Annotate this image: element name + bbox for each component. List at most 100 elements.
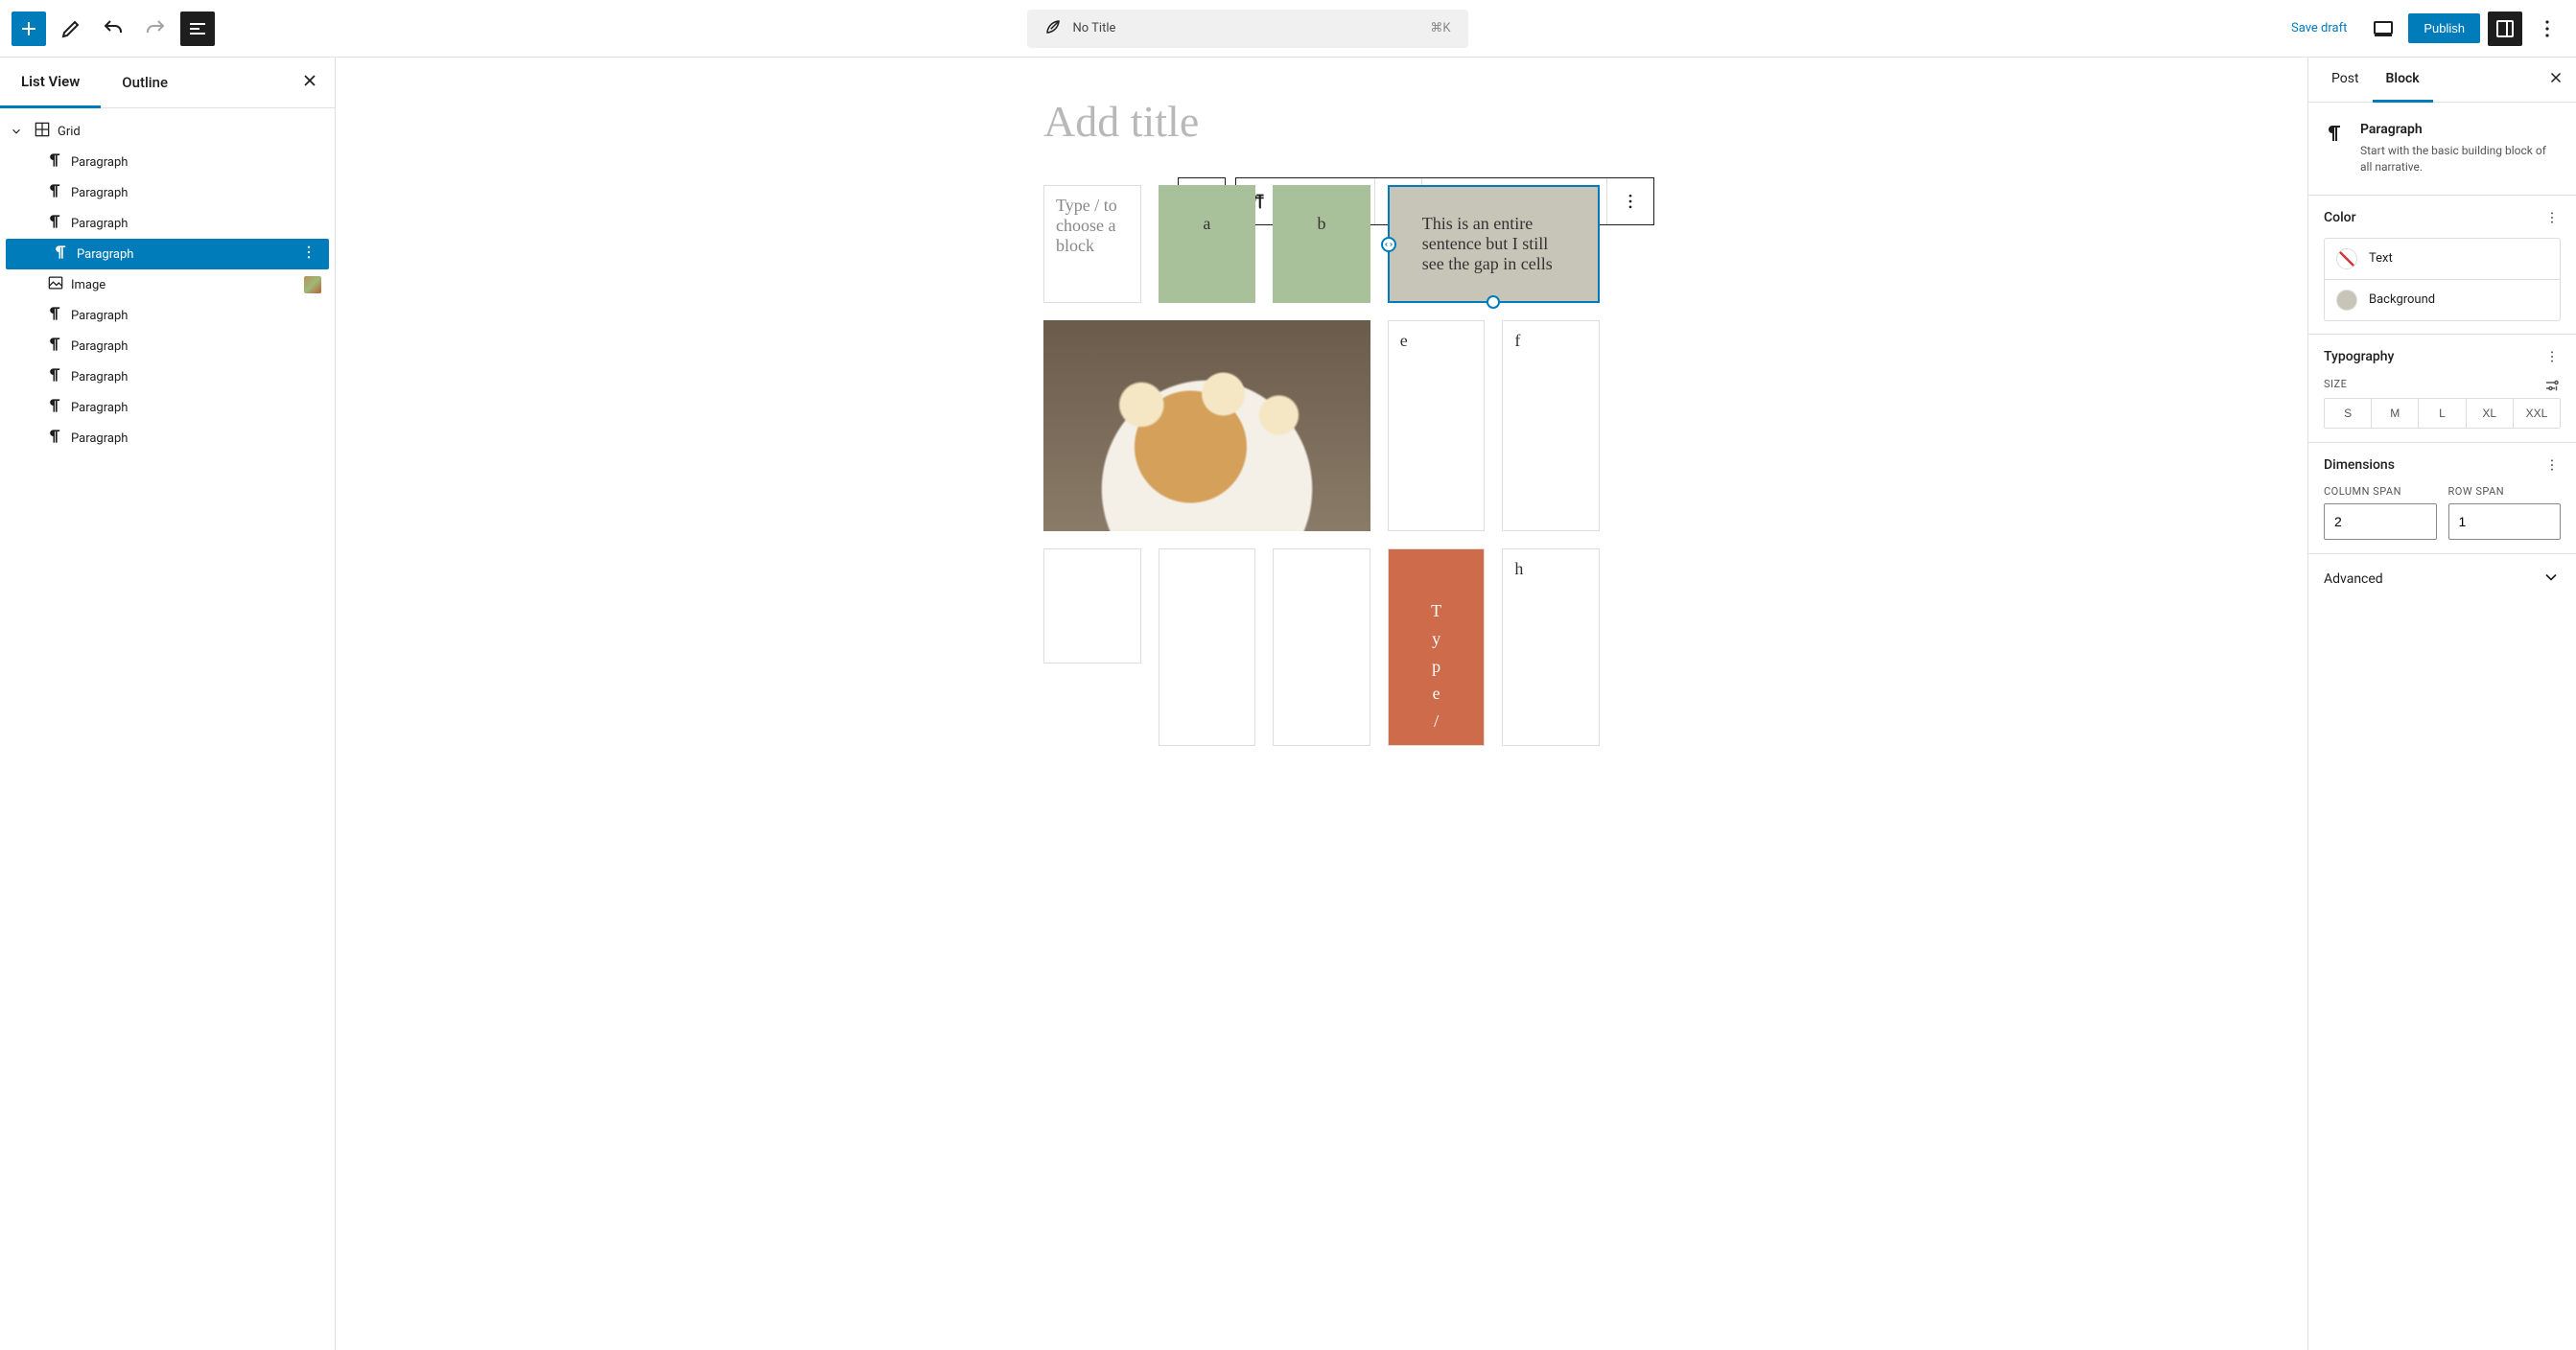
add-block-button[interactable] xyxy=(12,12,46,46)
post-title-input[interactable]: Add title xyxy=(1043,96,1600,147)
typography-options-button[interactable] xyxy=(2543,348,2561,365)
advanced-toggle[interactable]: Advanced xyxy=(2324,568,2561,591)
tree-item-image[interactable]: Image xyxy=(0,269,335,300)
paragraph-icon xyxy=(46,304,65,327)
tree-label: Paragraph xyxy=(71,186,128,200)
grid-cell-a[interactable]: a xyxy=(1159,185,1256,303)
grid-cell-selected[interactable]: This is an entire sentence but I still s… xyxy=(1388,185,1600,303)
dimensions-options-button[interactable] xyxy=(2543,456,2561,474)
grid-cell-empty3[interactable] xyxy=(1273,548,1370,746)
document-overview-button[interactable] xyxy=(180,12,215,46)
grid-cell-type[interactable]: T y p e / xyxy=(1388,548,1486,746)
chevron-down-icon xyxy=(2541,568,2561,591)
resize-handle-left[interactable] xyxy=(1381,237,1396,252)
close-settings-button[interactable] xyxy=(2547,69,2564,90)
block-more-button[interactable] xyxy=(1607,178,1653,224)
command-shortcut: ⌘K xyxy=(1430,21,1450,35)
col-span-label: COLUMN SPAN xyxy=(2324,485,2437,498)
top-toolbar: No Title ⌘K Save draft Publish xyxy=(0,0,2576,58)
typography-section-title: Typography xyxy=(2324,349,2394,364)
tree-item-paragraph[interactable]: Paragraph xyxy=(0,147,335,177)
command-bar[interactable]: No Title ⌘K xyxy=(1027,10,1468,48)
color-text-row[interactable]: Text xyxy=(2324,238,2561,280)
tree-label: Paragraph xyxy=(71,431,128,446)
publish-button[interactable]: Publish xyxy=(2408,13,2480,43)
tree-item-paragraph[interactable]: Paragraph xyxy=(6,239,329,269)
tab-post[interactable]: Post xyxy=(2318,58,2373,102)
size-option-s[interactable]: S xyxy=(2325,399,2372,428)
row-span-label: ROW SPAN xyxy=(2448,485,2562,498)
document-title: No Title xyxy=(1073,21,1116,35)
tab-outline[interactable]: Outline xyxy=(101,58,189,106)
grid-block: Type / to choose a block a b This is an … xyxy=(1043,185,1600,746)
grid-cell-f[interactable]: f xyxy=(1502,320,1600,531)
editor-canvas[interactable]: Add title xyxy=(336,58,2307,1350)
feather-icon xyxy=(1044,18,1062,39)
item-more-button[interactable] xyxy=(300,244,317,265)
size-option-l[interactable]: L xyxy=(2419,399,2466,428)
tree-item-paragraph[interactable]: Paragraph xyxy=(0,177,335,208)
paragraph-icon xyxy=(46,335,65,358)
background-color-swatch xyxy=(2336,290,2357,311)
text-color-swatch xyxy=(2336,248,2357,269)
resize-handle-bottom[interactable] xyxy=(1487,295,1500,309)
edit-mode-button[interactable] xyxy=(54,12,88,46)
food-image xyxy=(1043,320,1370,531)
chevron-down-icon xyxy=(10,125,27,138)
more-options-button[interactable] xyxy=(2530,12,2564,46)
size-option-m[interactable]: M xyxy=(2372,399,2419,428)
undo-button[interactable] xyxy=(96,12,130,46)
color-options-button[interactable] xyxy=(2543,209,2561,226)
grid-cell-h[interactable]: h xyxy=(1502,548,1600,746)
tree-label: Paragraph xyxy=(71,309,128,323)
grid-icon xyxy=(33,120,52,143)
tall-text: T y p e / xyxy=(1431,601,1441,731)
tree-label: Paragraph xyxy=(71,401,128,415)
close-list-view-button[interactable] xyxy=(300,71,319,94)
image-icon xyxy=(46,273,65,296)
row-span-input[interactable] xyxy=(2448,503,2562,540)
tree-item-grid[interactable]: Grid xyxy=(0,116,335,147)
tree-label: Grid xyxy=(58,125,81,139)
grid-cell-b[interactable]: b xyxy=(1273,185,1370,303)
tree-label: Paragraph xyxy=(77,247,133,262)
size-option-xxl[interactable]: XXL xyxy=(2514,399,2560,428)
tree-item-paragraph[interactable]: Paragraph xyxy=(0,392,335,423)
tree-label: Paragraph xyxy=(71,370,128,384)
text-color-label: Text xyxy=(2369,251,2393,266)
color-section-title: Color xyxy=(2324,210,2356,225)
settings-panel-toggle[interactable] xyxy=(2488,12,2522,46)
size-label: SIZE xyxy=(2324,378,2347,390)
col-span-input[interactable] xyxy=(2324,503,2437,540)
tab-block[interactable]: Block xyxy=(2373,58,2433,103)
paragraph-icon xyxy=(46,427,65,450)
grid-cell-image[interactable] xyxy=(1043,320,1370,531)
settings-panel: Post Block Paragraph Start with the basi… xyxy=(2307,58,2576,1350)
advanced-label: Advanced xyxy=(2324,571,2383,587)
grid-cell-empty2[interactable] xyxy=(1159,548,1256,746)
size-settings-icon[interactable] xyxy=(2543,377,2561,398)
preview-button[interactable] xyxy=(2366,12,2400,46)
paragraph-icon xyxy=(52,243,71,266)
tree-label: Image xyxy=(71,278,105,292)
grid-cell-empty1[interactable] xyxy=(1043,548,1141,663)
grid-cell-placeholder[interactable]: Type / to choose a block xyxy=(1043,185,1141,303)
grid-cell-e[interactable]: e xyxy=(1388,320,1486,531)
color-background-row[interactable]: Background xyxy=(2324,279,2561,321)
tree-item-paragraph[interactable]: Paragraph xyxy=(0,300,335,331)
tree-item-paragraph[interactable]: Paragraph xyxy=(0,423,335,454)
paragraph-icon xyxy=(46,396,65,419)
tree-item-paragraph[interactable]: Paragraph xyxy=(0,208,335,239)
paragraph-icon xyxy=(46,212,65,235)
size-option-xl[interactable]: XL xyxy=(2467,399,2514,428)
paragraph-icon xyxy=(46,365,65,388)
cell-text: This is an entire sentence but I still s… xyxy=(1422,214,1553,273)
dimensions-section-title: Dimensions xyxy=(2324,457,2395,473)
save-draft-button[interactable]: Save draft xyxy=(2280,13,2358,43)
redo-button[interactable] xyxy=(138,12,173,46)
tab-list-view[interactable]: List View xyxy=(0,58,101,108)
paragraph-icon xyxy=(2324,122,2347,175)
tree-item-paragraph[interactable]: Paragraph xyxy=(0,331,335,361)
image-thumbnail xyxy=(304,276,321,293)
tree-item-paragraph[interactable]: Paragraph xyxy=(0,361,335,392)
